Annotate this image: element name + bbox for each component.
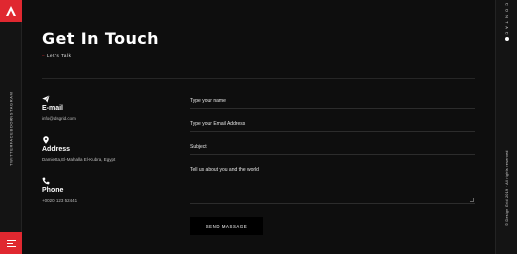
email-value[interactable]: info@dsgrid.com [42,116,76,121]
phone-label: Phone [42,187,64,194]
subtitle-text: Let's Talk [46,53,72,58]
contact-dot-icon [505,37,509,41]
send-icon [42,95,50,103]
social-link-twitter[interactable]: TWITTER [9,144,14,166]
email-field[interactable]: Type your Email Address [190,121,245,127]
send-button[interactable]: SEND MASSAGE [190,217,263,235]
contact-section: Get In Touch – Let's Talk E-mail info@ds… [22,0,495,254]
menu-icon[interactable] [0,232,22,254]
left-rail: INSTAGRAM FACEBOOK TWITTER [0,0,22,254]
copyright-text: © Design Grid 2019 · All rights reserved [505,150,509,226]
contact-label[interactable]: C O N T A C T [505,3,510,41]
name-input[interactable]: Type your name [190,98,226,104]
subject-input[interactable]: Subject [190,144,207,150]
email-input-underline [190,131,475,132]
message-textarea[interactable]: Tell us about you and the world [190,167,259,173]
resize-handle-icon[interactable] [470,198,474,202]
phone-info: Phone +0020 123 52441 [42,177,77,203]
social-link-facebook[interactable]: FACEBOOK [9,118,14,145]
location-pin-icon [43,136,49,144]
phone-value[interactable]: +0020 123 52441 [42,198,77,203]
logo-a-icon[interactable] [0,0,22,22]
message-textarea-underline [190,203,475,204]
address-value: Damietta,El-Mahalla El-Kubra, Egypt [42,157,116,162]
social-link-instagram[interactable]: INSTAGRAM [9,92,14,121]
email-label: E-mail [42,105,64,112]
address-info: Address Damietta,El-Mahalla El-Kubra, Eg… [42,136,115,162]
name-input-underline [190,108,475,109]
divider [42,78,475,79]
right-rail: C O N T A C T © Design Grid 2019 · All r… [495,0,517,254]
address-label: Address [42,146,71,153]
page-title: Get In Touch [42,29,159,48]
email-info: E-mail info@dsgrid.com [42,95,76,121]
page-subtitle: – Let's Talk [42,53,72,58]
phone-icon [42,177,50,185]
subject-input-underline [190,154,475,155]
